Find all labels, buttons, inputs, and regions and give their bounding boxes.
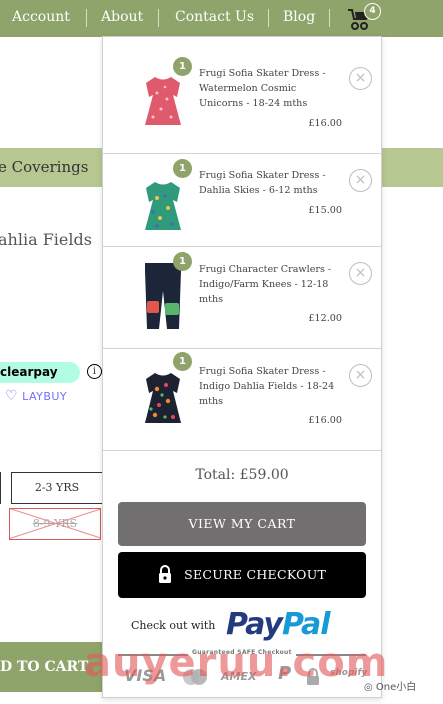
cart-total: Total: £59.00 <box>195 467 289 483</box>
trust-label: Guaranteed SAFE Checkout <box>188 649 296 656</box>
remove-item-button[interactable]: × <box>349 67 372 90</box>
top-navigation: Account About Contact Us Blog 4 <box>0 0 443 37</box>
crawlers-thumbnail[interactable] <box>135 261 191 337</box>
remove-item-button[interactable]: × <box>349 364 372 387</box>
category-band-label[interactable]: e Coverings <box>0 158 88 176</box>
cart-item: 1 Frugi Sofia Skater Dress - Dahlia Skie… <box>103 154 381 247</box>
cart-item-price: £15.00 <box>308 205 342 216</box>
clearpay-label: clearpay <box>0 365 58 379</box>
nav-about-link[interactable]: About <box>101 9 143 25</box>
secure-checkout-label: SECURE CHECKOUT <box>184 567 327 582</box>
cart-item-name[interactable]: Frugi Sofia Skater Dress - Dahlia Skies … <box>199 168 343 198</box>
paypal-logo-pal: Pal <box>281 607 331 642</box>
paypal-checkout-button[interactable]: Check out with PayPal <box>131 607 361 648</box>
nav-contact-link[interactable]: Contact Us <box>175 9 254 25</box>
cart-item: 1 Frugi Sofia Skater Dress - Indigo Dahl… <box>103 349 381 451</box>
quantity-badge: 1 <box>173 57 192 76</box>
size-option-unavailable: 8-9 YRS <box>9 508 101 540</box>
green-dress-thumbnail[interactable] <box>135 178 191 236</box>
amex-logo: AMEX <box>221 670 257 683</box>
dark-dress-thumbnail[interactable] <box>135 369 191 429</box>
view-cart-button[interactable]: VIEW MY CART <box>118 502 366 546</box>
clearpay-badge: clearpay <box>0 362 80 383</box>
product-title: ahlia Fields <box>0 230 92 249</box>
paypal-prompt: Check out with <box>131 619 216 632</box>
cart-item-price: £16.00 <box>308 415 342 426</box>
cart-item-name[interactable]: Frugi Sofia Skater Dress - Indigo Dahlia… <box>199 364 343 409</box>
nav-account-link[interactable]: Account <box>12 9 70 25</box>
nav-blog-link[interactable]: Blog <box>283 9 315 25</box>
paypal-mini-logo: P <box>278 663 292 684</box>
cart-item: 1 Frugi Sofia Skater Dress - Watermelon … <box>103 37 381 154</box>
shopify-logo: shopify <box>330 668 368 678</box>
cart-item-name[interactable]: Frugi Sofia Skater Dress - Watermelon Co… <box>199 66 343 111</box>
remove-item-button[interactable]: × <box>349 169 372 192</box>
cart-item: 1 Frugi Character Crawlers - Indigo/Farm… <box>103 247 381 349</box>
quantity-badge: 1 <box>173 352 192 371</box>
paypal-logo: PayPal <box>226 607 331 642</box>
cart-item-name[interactable]: Frugi Character Crawlers - Indigo/Farm K… <box>199 262 343 307</box>
secure-checkout-button[interactable]: SECURE CHECKOUT <box>118 552 366 598</box>
mini-cart-dropdown: 1 Frugi Sofia Skater Dress - Watermelon … <box>102 36 382 698</box>
nav-divider <box>329 9 330 27</box>
cart-item-price: £12.00 <box>308 313 342 324</box>
visa-logo: VISA <box>124 666 167 685</box>
view-cart-label: VIEW MY CART <box>188 516 296 531</box>
nav-divider <box>268 9 269 27</box>
secure-lock-icon <box>307 668 319 685</box>
mastercard-icon <box>183 669 207 685</box>
nav-divider <box>158 9 159 27</box>
laybuy-badge: ♡ LAYBUY <box>5 388 67 404</box>
cart-item-price: £16.00 <box>308 118 342 129</box>
laybuy-label: LAYBUY <box>22 390 68 403</box>
size-option[interactable]: 2-3 YRS <box>11 472 103 504</box>
size-option-label: 2-3 YRS <box>34 481 80 494</box>
laybuy-heart-icon: ♡ <box>5 388 19 404</box>
remove-item-button[interactable]: × <box>349 262 372 285</box>
lock-icon <box>158 564 171 583</box>
pink-dress-thumbnail[interactable] <box>135 73 191 131</box>
paypal-logo-pay: Pay <box>226 607 283 642</box>
quantity-badge: 1 <box>173 159 192 178</box>
cart-count-badge: 4 <box>364 3 381 20</box>
nav-divider <box>86 9 87 27</box>
add-to-cart-label: D TO CART <box>0 659 89 675</box>
quantity-badge: 1 <box>173 252 192 271</box>
add-to-cart-button[interactable]: D TO CART <box>0 642 104 692</box>
trust-badges: Guaranteed SAFE Checkout VISA AMEX P sho… <box>118 649 368 688</box>
size-option-edge[interactable] <box>0 472 1 504</box>
info-icon[interactable]: i <box>87 364 102 379</box>
